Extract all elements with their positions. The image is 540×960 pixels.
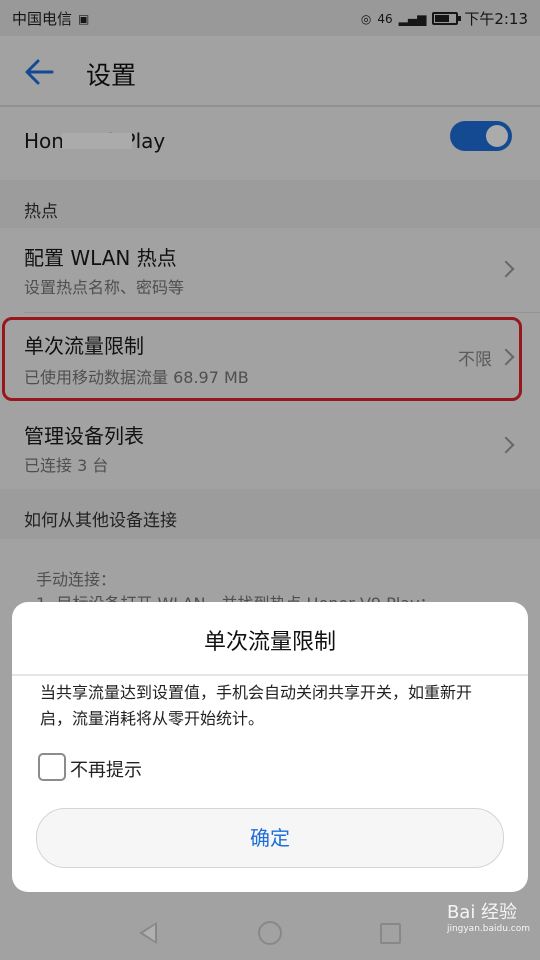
dialog-divider (12, 674, 528, 676)
dialog-message: 当共享流量达到设置值，手机会自动关闭共享开关，如重新开启，流量消耗将从零开始统计… (40, 683, 473, 728)
confirm-button[interactable]: 确定 (36, 808, 504, 868)
watermark-logo: Bai 经验 jingyan.baidu.com (447, 898, 530, 934)
watermark-brand: Bai 经验 (446, 902, 518, 923)
nav-back-icon[interactable] (139, 922, 157, 944)
data-limit-dialog: 单次流量限制 当共享流量达到设置值，手机会自动关闭共享开关，如重新开启，流量消耗… (12, 602, 528, 892)
dialog-title: 单次流量限制 (203, 630, 336, 655)
watermark-url: jingyan.baidu.com (446, 924, 530, 934)
dont-remind-checkbox[interactable] (38, 753, 66, 781)
dont-remind-label[interactable]: 不再提示 (70, 756, 142, 782)
nav-home-icon[interactable] (258, 921, 282, 945)
nav-recent-icon[interactable] (380, 923, 401, 944)
